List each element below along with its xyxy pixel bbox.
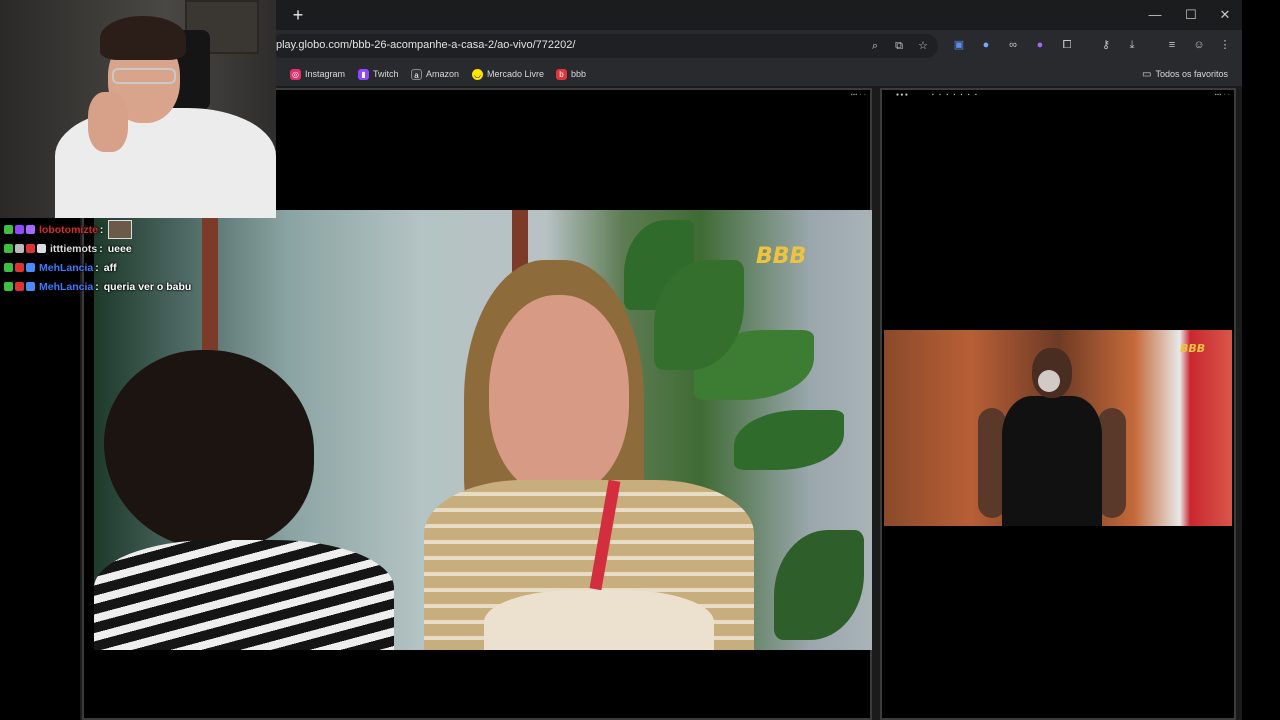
install-app-icon[interactable]: ⧉ bbox=[892, 39, 906, 53]
mini-header-icons: ▪▪▪ ◦ ◦ bbox=[1214, 92, 1230, 98]
download-icon[interactable]: ⤓ bbox=[1125, 38, 1139, 52]
extensions-puzzle-icon[interactable]: ⧠ bbox=[1060, 38, 1074, 52]
side-video[interactable]: BBB bbox=[884, 330, 1232, 526]
close-button[interactable]: ✕ bbox=[1210, 4, 1240, 26]
translate-extension-icon[interactable]: ▣ bbox=[952, 38, 966, 52]
extension-circle-icon[interactable]: ● bbox=[979, 38, 993, 52]
chat-colon: : bbox=[95, 261, 99, 274]
address-bar[interactable]: play.globo.com/bbb-26-acompanhe-a-casa-2… bbox=[270, 34, 938, 58]
video-plant-leaf bbox=[774, 530, 864, 640]
bookmark-star-icon[interactable]: ☆ bbox=[916, 39, 930, 53]
chat-username[interactable]: itttiemots bbox=[50, 243, 97, 255]
sub-badge-icon bbox=[15, 225, 24, 234]
mini-header-icons: ▪▪▪ ◦ ◦ bbox=[850, 92, 866, 98]
chat-message: MehLancia : aff bbox=[4, 258, 264, 277]
verified-badge-icon bbox=[4, 282, 13, 291]
new-tab-button[interactable]: + bbox=[288, 5, 308, 25]
chat-emote-icon bbox=[108, 220, 133, 239]
chat-username[interactable]: MehLancia bbox=[39, 281, 93, 293]
twitch-icon: ▮ bbox=[358, 68, 369, 80]
video-plant-leaf bbox=[734, 410, 844, 470]
mini-nav-links: ▪ ▪ ▪ ▪ ▪ ▪ ▪ bbox=[932, 92, 977, 98]
chat-colon: : bbox=[99, 223, 104, 236]
extension-purple-icon[interactable]: ● bbox=[1033, 38, 1047, 52]
bookmark-twitch[interactable]: ▮ Twitch bbox=[358, 67, 399, 81]
bbb-watermark-logo: BBB bbox=[756, 244, 807, 269]
chat-colon: : bbox=[99, 242, 103, 255]
verified-badge-icon bbox=[4, 244, 13, 253]
heart-badge-icon bbox=[15, 282, 24, 291]
chat-overlay: lobotomizte : itttiemots : ueee MehLanci… bbox=[4, 220, 264, 296]
heart-badge-icon bbox=[15, 263, 24, 272]
heart-badge-icon bbox=[26, 244, 35, 253]
folder-icon: ▭ bbox=[1142, 68, 1152, 80]
reading-list-icon[interactable]: ≡ bbox=[1165, 38, 1179, 52]
maximize-button[interactable]: ☐ bbox=[1176, 4, 1206, 26]
side-housemate-arm bbox=[1098, 408, 1126, 518]
chat-message: itttiemots : ueee bbox=[4, 239, 264, 258]
chat-username[interactable]: MehLancia bbox=[39, 262, 93, 274]
mercado-livre-icon: ◡ bbox=[472, 68, 483, 80]
chat-message-text: ueee bbox=[107, 242, 132, 255]
side-housemate-tank-top bbox=[1002, 396, 1102, 526]
bbb-icon: b bbox=[556, 68, 567, 80]
all-bookmarks-folder[interactable]: ▭ Todos os favoritos bbox=[1142, 67, 1228, 81]
check-badge-icon bbox=[26, 282, 35, 291]
housemate-front-face bbox=[489, 295, 629, 495]
side-housemate bbox=[972, 348, 1132, 526]
check-badge-icon bbox=[26, 263, 35, 272]
bookmark-instagram[interactable]: ◎ Instagram bbox=[290, 67, 345, 81]
verified-badge-icon bbox=[4, 263, 13, 272]
bookmark-amazon[interactable]: a Amazon bbox=[411, 67, 459, 81]
password-key-icon[interactable]: ⚷ bbox=[1099, 38, 1113, 52]
smoke-puff bbox=[1038, 370, 1060, 392]
chat-message: MehLancia : queria ver o babu bbox=[4, 277, 264, 296]
zoom-icon[interactable]: ⌕ bbox=[868, 39, 882, 53]
streamer-hair bbox=[100, 16, 186, 60]
address-url[interactable]: play.globo.com/bbb-26-acompanhe-a-casa-2… bbox=[276, 39, 575, 51]
verified-badge-icon bbox=[4, 225, 13, 234]
globoplay-mini-logo: ● ● ● bbox=[896, 92, 908, 98]
bookmark-bbb[interactable]: b bbb bbox=[556, 67, 586, 81]
profile-icon[interactable]: ☺ bbox=[1192, 38, 1206, 52]
streamer-glasses bbox=[112, 68, 176, 84]
streamer-hand bbox=[88, 92, 128, 152]
badge-icon bbox=[15, 244, 24, 253]
menu-kebab-icon[interactable]: ⋮ bbox=[1218, 38, 1232, 52]
gift-badge-icon bbox=[26, 225, 35, 234]
side-stream-panel: ● ● ● ▪ ▪ ▪ ▪ ▪ ▪ ▪ ▪▪▪ ◦ ◦ BBB bbox=[880, 88, 1236, 720]
chat-colon: : bbox=[95, 280, 99, 293]
chat-message: lobotomizte : bbox=[4, 220, 264, 239]
badge-icon bbox=[37, 244, 46, 253]
chat-message-text: queria ver o babu bbox=[103, 280, 192, 293]
chat-username[interactable]: lobotomizte bbox=[39, 224, 98, 236]
chat-message-text: aff bbox=[103, 261, 117, 274]
housemate-back-hair bbox=[104, 350, 314, 550]
instagram-icon: ◎ bbox=[290, 68, 301, 80]
amazon-icon: a bbox=[411, 68, 422, 80]
housemate-back-shirt bbox=[94, 540, 394, 650]
bbb-watermark-logo: BBB bbox=[1180, 342, 1206, 355]
bookmark-mercado-livre[interactable]: ◡ Mercado Livre bbox=[472, 67, 544, 81]
white-bundle bbox=[484, 590, 714, 650]
streamer-webcam bbox=[0, 0, 276, 218]
minimize-button[interactable]: — bbox=[1140, 4, 1170, 26]
extension-mask-icon[interactable]: ∞ bbox=[1006, 38, 1020, 52]
